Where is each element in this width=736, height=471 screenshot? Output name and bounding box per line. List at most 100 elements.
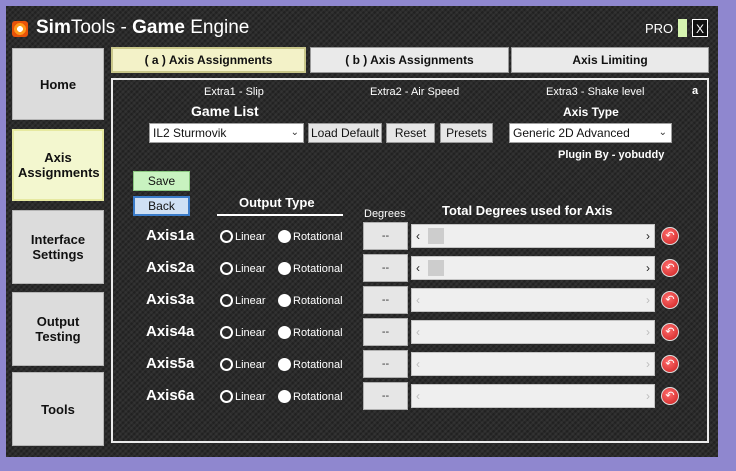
tab-label: ( b ) Axis Assignments: [345, 53, 474, 67]
tab-axis-assignments-a[interactable]: ( a ) Axis Assignments: [111, 47, 306, 73]
degrees-slider[interactable]: ‹ ›: [411, 384, 655, 408]
title-bar: SimTools - Game Engine PRO X: [6, 6, 718, 46]
chevron-left-icon[interactable]: ‹: [416, 321, 420, 343]
reset-button[interactable]: Reset: [386, 123, 435, 143]
degrees-input[interactable]: --: [363, 382, 408, 410]
sidebar-item-label: Axis Assignments: [18, 150, 100, 180]
undo-icon[interactable]: ↶: [661, 291, 679, 309]
degrees-input[interactable]: --: [363, 222, 408, 250]
axis-label: Axis4a: [146, 323, 195, 340]
axis-label: Axis5a: [146, 355, 195, 372]
game-list-value: IL2 Sturmovik: [153, 126, 227, 140]
rotational-label: Rotational: [293, 391, 343, 403]
output-type-label: Output Type: [239, 195, 315, 210]
presets-button[interactable]: Presets: [440, 123, 493, 143]
sidebar-item-label: Interface Settings: [30, 232, 86, 262]
title-game: Game: [132, 17, 185, 38]
sidebar-item-home[interactable]: Home: [12, 48, 104, 120]
tab-label: Axis Limiting: [572, 53, 648, 67]
sidebar-item-axis-assignments[interactable]: Axis Assignments: [12, 129, 104, 201]
axis-label: Axis1a: [146, 227, 195, 244]
pro-label: PRO: [645, 21, 674, 36]
window-title: SimTools - Game Engine: [36, 17, 249, 39]
chevron-down-icon: ⌄: [290, 127, 299, 138]
chevron-right-icon[interactable]: ›: [646, 385, 650, 407]
rotational-label: Rotational: [293, 327, 343, 339]
chevron-left-icon[interactable]: ‹: [416, 257, 420, 279]
title-engine: Engine: [184, 17, 250, 38]
slider-thumb[interactable]: [428, 260, 444, 276]
degrees-slider[interactable]: ‹ ›: [411, 352, 655, 376]
save-button[interactable]: Save: [133, 171, 190, 191]
extra2-label: Extra2 - Air Speed: [370, 86, 460, 98]
degrees-slider[interactable]: ‹ ›: [411, 224, 655, 248]
plugin-by-label: Plugin By - yobuddy: [558, 149, 665, 161]
title-sim: Sim: [36, 17, 71, 38]
rotational-radio[interactable]: [278, 230, 291, 243]
extra1-label: Extra1 - Slip: [204, 86, 264, 98]
close-button[interactable]: X: [692, 19, 708, 37]
chevron-left-icon[interactable]: ‹: [416, 225, 420, 247]
undo-icon[interactable]: ↶: [661, 259, 679, 277]
chevron-down-icon: ⌄: [658, 127, 667, 138]
linear-radio[interactable]: [220, 230, 233, 243]
game-list-select[interactable]: IL2 Sturmovik ⌄: [149, 123, 304, 143]
degrees-input[interactable]: --: [363, 254, 408, 282]
axis-label: Axis3a: [146, 291, 195, 308]
rotational-radio[interactable]: [278, 262, 291, 275]
chevron-right-icon[interactable]: ›: [646, 321, 650, 343]
linear-radio[interactable]: [220, 326, 233, 339]
rotational-radio[interactable]: [278, 294, 291, 307]
undo-icon[interactable]: ↶: [661, 227, 679, 245]
chevron-right-icon[interactable]: ›: [646, 289, 650, 311]
degrees-slider[interactable]: ‹ ›: [411, 288, 655, 312]
sidebar-item-interface-settings[interactable]: Interface Settings: [12, 210, 104, 284]
sidebar-item-output-testing[interactable]: Output Testing: [12, 292, 104, 366]
chevron-left-icon[interactable]: ‹: [416, 385, 420, 407]
rotational-radio[interactable]: [278, 358, 291, 371]
linear-radio[interactable]: [220, 294, 233, 307]
degrees-label: Degrees: [364, 208, 406, 220]
axis-type-value: Generic 2D Advanced: [513, 126, 630, 140]
axis-type-select[interactable]: Generic 2D Advanced ⌄: [509, 123, 672, 143]
axis-type-label: Axis Type: [563, 105, 619, 119]
tab-axis-limiting[interactable]: Axis Limiting: [511, 47, 709, 73]
degrees-slider[interactable]: ‹ ›: [411, 320, 655, 344]
degrees-slider[interactable]: ‹ ›: [411, 256, 655, 280]
chevron-left-icon[interactable]: ‹: [416, 289, 420, 311]
chevron-right-icon[interactable]: ›: [646, 257, 650, 279]
degrees-input[interactable]: --: [363, 318, 408, 346]
undo-icon[interactable]: ↶: [661, 323, 679, 341]
linear-radio[interactable]: [220, 262, 233, 275]
chevron-right-icon[interactable]: ›: [646, 353, 650, 375]
chevron-right-icon[interactable]: ›: [646, 225, 650, 247]
rotational-radio[interactable]: [278, 326, 291, 339]
back-button[interactable]: Back: [133, 196, 190, 216]
sidebar-item-label: Tools: [41, 401, 75, 417]
corner-label: a: [692, 85, 699, 97]
title-tools: Tools -: [70, 17, 133, 38]
total-degrees-label: Total Degrees used for Axis: [442, 203, 613, 218]
undo-icon[interactable]: ↶: [661, 355, 679, 373]
degrees-input[interactable]: --: [363, 350, 408, 378]
linear-label: Linear: [235, 391, 266, 403]
sidebar-item-tools[interactable]: Tools: [12, 372, 104, 446]
sidebar-item-label: Home: [39, 76, 77, 92]
degrees-input[interactable]: --: [363, 286, 408, 314]
load-default-button[interactable]: Load Default: [308, 123, 382, 143]
rotational-label: Rotational: [293, 231, 343, 243]
slider-thumb[interactable]: [428, 228, 444, 244]
linear-radio[interactable]: [220, 390, 233, 403]
linear-label: Linear: [235, 327, 266, 339]
chevron-left-icon[interactable]: ‹: [416, 353, 420, 375]
undo-icon[interactable]: ↶: [661, 387, 679, 405]
linear-radio[interactable]: [220, 358, 233, 371]
simtools-logo-icon: [12, 21, 28, 37]
pro-indicator: [678, 19, 687, 37]
axis-label: Axis6a: [146, 387, 195, 404]
tab-axis-assignments-b[interactable]: ( b ) Axis Assignments: [310, 47, 509, 73]
sidebar-item-label: Output Testing: [35, 314, 81, 344]
output-type-underline: [217, 214, 343, 216]
rotational-radio[interactable]: [278, 390, 291, 403]
main-window: SimTools - Game Engine PRO X Home Axis A…: [6, 6, 718, 457]
